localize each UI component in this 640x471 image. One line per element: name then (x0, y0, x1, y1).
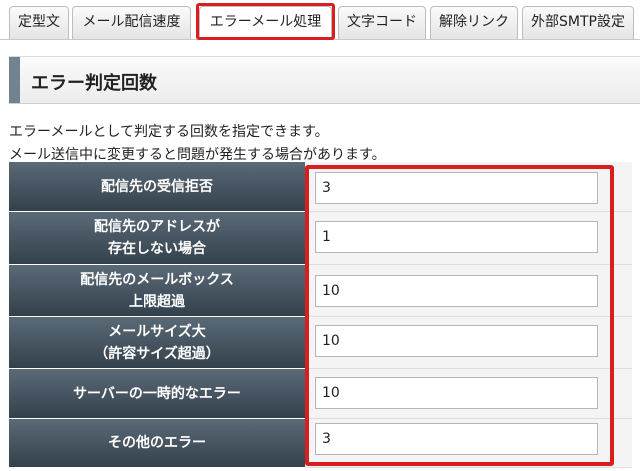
setting-row-rejection: 配信先の受信拒否 (9, 162, 632, 212)
temporary-error-count-input[interactable] (315, 377, 598, 409)
description-line-2: メール送信中に変更すると問題が発生する場合があります。 (9, 147, 386, 163)
setting-label: 配信先のアドレスが 存在しない場合 (9, 212, 305, 265)
section-title: エラー判定回数 (31, 73, 157, 94)
section-accent-bar (9, 57, 20, 103)
other-error-count-input[interactable] (315, 423, 598, 455)
tab-external-smtp[interactable]: 外部SMTP設定 (522, 6, 634, 39)
setting-row-temporary-error: サーバーの一時的なエラー (9, 369, 632, 419)
setting-label: サーバーの一時的なエラー (9, 369, 305, 419)
tab-template[interactable]: 定型文 (9, 6, 69, 39)
rejection-count-input[interactable] (315, 172, 598, 204)
tab-unsubscribe-link[interactable]: 解除リンク (430, 6, 518, 39)
tab-delivery-speed[interactable]: メール配信速度 (72, 6, 191, 39)
setting-label: その他のエラー (9, 419, 305, 468)
setting-row-other-error: その他のエラー (9, 419, 632, 468)
description-line-1: エラーメールとして判定する回数を指定できます。 (9, 124, 329, 140)
setting-row-size-exceeded: メールサイズ大 （許容サイズ超過） (9, 317, 632, 369)
setting-label: 配信先の受信拒否 (9, 162, 305, 212)
setting-row-address-not-exist: 配信先のアドレスが 存在しない場合 (9, 212, 632, 265)
setting-row-mailbox-full: 配信先のメールボックス 上限超過 (9, 265, 632, 317)
mailbox-full-count-input[interactable] (315, 275, 598, 307)
tab-error-mail[interactable]: エラーメール処理 (199, 6, 332, 39)
setting-label: メールサイズ大 （許容サイズ超過） (9, 317, 305, 369)
tab-charset[interactable]: 文字コード (338, 6, 426, 39)
section-header: エラー判定回数 (9, 56, 640, 104)
size-exceeded-count-input[interactable] (315, 325, 598, 357)
setting-label: 配信先のメールボックス 上限超過 (9, 265, 305, 317)
address-not-exist-count-input[interactable] (315, 221, 598, 253)
tab-bar: 定型文 メール配信速度 エラーメール処理 文字コード 解除リンク 外部SMTP設… (0, 0, 640, 40)
